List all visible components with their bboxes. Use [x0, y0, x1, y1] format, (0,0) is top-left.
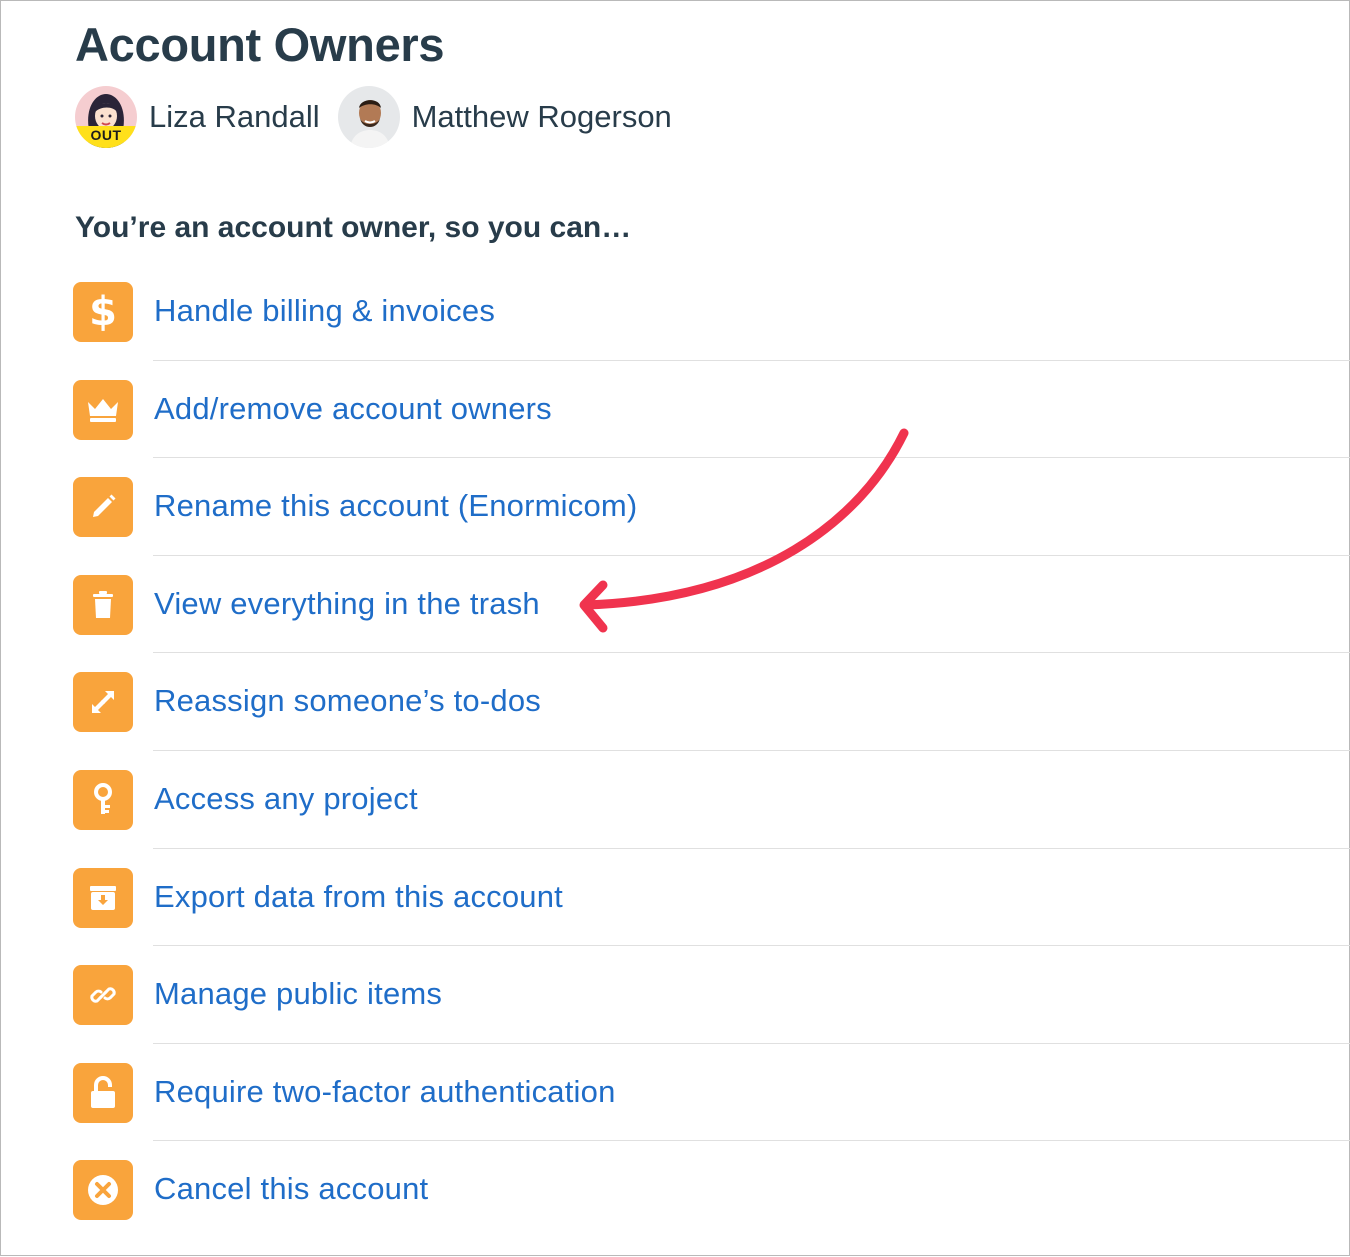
action-reassign-todos[interactable]: Reassign someone’s to-dos [73, 653, 1350, 751]
crown-icon [73, 379, 133, 440]
export-box-icon [73, 867, 133, 928]
section-heading: You’re an account owner, so you can… [75, 211, 632, 244]
action-view-trash[interactable]: View everything in the trash [73, 556, 1350, 654]
owner-actions-list: $ Handle billing & invoices Add/remove a… [73, 263, 1350, 1239]
owners-list: OUT Liza Randall Matthew Rogerson [75, 85, 690, 149]
trash-icon [73, 574, 133, 635]
unlock-icon [73, 1062, 133, 1123]
action-label[interactable]: Access any project [154, 781, 418, 817]
action-label[interactable]: Require two-factor authentication [154, 1074, 616, 1110]
key-icon [73, 769, 133, 830]
owner-liza-randall[interactable]: OUT Liza Randall [75, 86, 320, 148]
avatar-photo-icon [337, 86, 400, 148]
cancel-circle-icon [73, 1160, 133, 1221]
page-title: Account Owners [75, 18, 445, 71]
avatar[interactable] [337, 86, 400, 148]
action-label[interactable]: Export data from this account [154, 879, 563, 915]
action-require-2fa[interactable]: Require two-factor authentication [73, 1044, 1350, 1142]
action-access-project[interactable]: Access any project [73, 751, 1350, 849]
owner-name[interactable]: Liza Randall [149, 99, 320, 135]
action-handle-billing[interactable]: $ Handle billing & invoices [73, 263, 1350, 361]
action-export-data[interactable]: Export data from this account [73, 849, 1350, 947]
action-cancel-account[interactable]: Cancel this account [73, 1141, 1350, 1239]
action-add-remove-owners[interactable]: Add/remove account owners [73, 361, 1350, 459]
dollar-icon: $ [73, 282, 133, 342]
action-label[interactable]: Handle billing & invoices [154, 293, 495, 329]
reassign-icon [73, 672, 133, 733]
action-manage-public-items[interactable]: Manage public items [73, 946, 1350, 1044]
page-frame: Account Owners OUT Liza Randall Matthew … [0, 0, 1350, 1256]
owner-matthew-rogerson[interactable]: Matthew Rogerson [337, 86, 672, 148]
out-badge: OUT [75, 126, 137, 148]
action-label[interactable]: Cancel this account [154, 1171, 428, 1207]
action-label[interactable]: Reassign someone’s to-dos [154, 683, 541, 719]
pencil-icon [73, 477, 133, 538]
action-label[interactable]: Manage public items [154, 976, 442, 1012]
avatar[interactable]: OUT [75, 86, 137, 148]
action-rename-account[interactable]: Rename this account (Enormicom) [73, 458, 1350, 556]
action-label[interactable]: Rename this account (Enormicom) [154, 488, 637, 524]
owner-name[interactable]: Matthew Rogerson [412, 99, 672, 135]
action-label[interactable]: Add/remove account owners [154, 391, 552, 427]
link-icon [73, 965, 133, 1026]
action-label[interactable]: View everything in the trash [154, 586, 540, 622]
